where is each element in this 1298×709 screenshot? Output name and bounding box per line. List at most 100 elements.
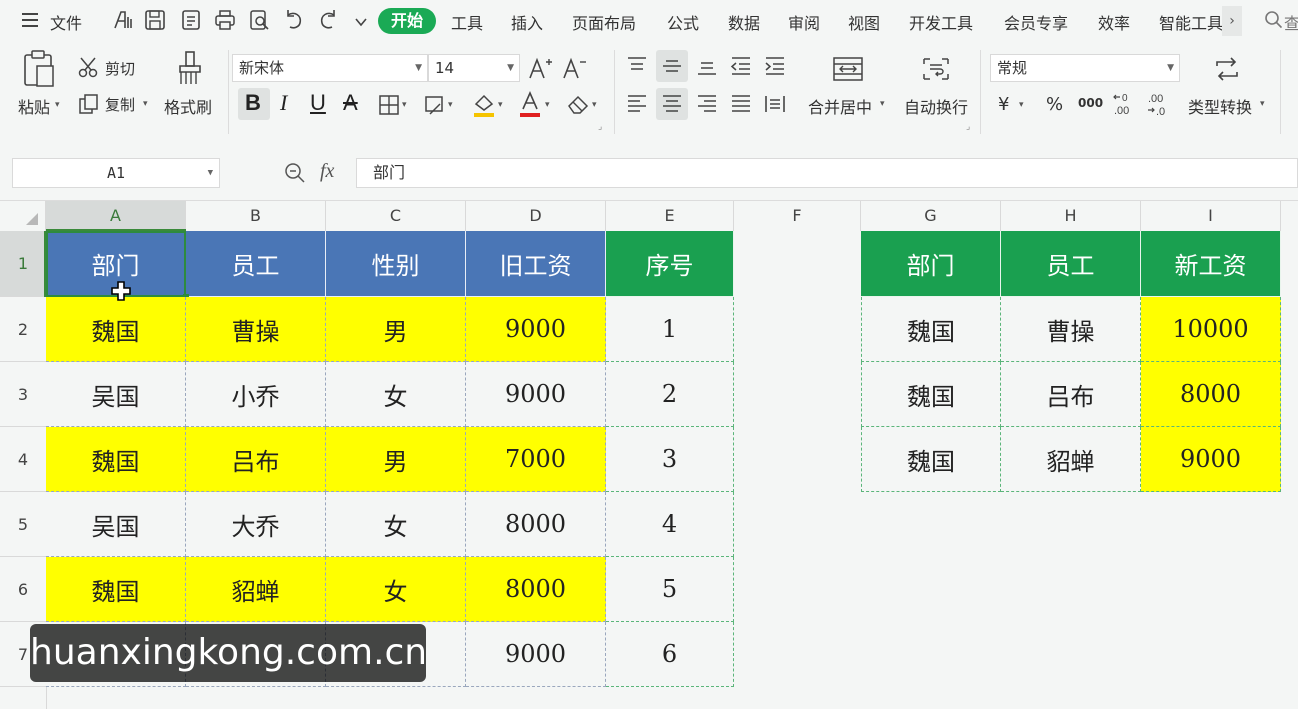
tab-home[interactable]: 开始 [378,8,436,34]
tab-member[interactable]: 会员专享 [1004,10,1068,34]
search-label[interactable]: 查 [1284,10,1298,34]
underline-icon[interactable]: U [310,90,326,116]
type-convert-icon[interactable] [1212,54,1242,84]
increase-indent-icon[interactable] [764,56,786,76]
fill-color-icon[interactable] [472,92,496,118]
fx-icon[interactable]: fx [320,160,334,183]
column-header-f[interactable]: F [734,201,861,231]
column-header-b[interactable]: B [186,201,326,231]
name-box-dropdown-icon[interactable]: ▼ [208,159,213,187]
thousands-separator-button[interactable]: 000 [1078,96,1103,110]
column-header-d[interactable]: D [466,201,606,231]
font-name-select[interactable]: 新宋体 ▼ [232,54,428,82]
table-cell[interactable]: 9000 [466,362,606,427]
table-cell[interactable]: 貂蝉 [1001,427,1141,492]
paste-button[interactable]: 粘贴 [18,94,50,118]
formula-input[interactable]: 部门 [356,158,1298,188]
wrap-text-button[interactable]: 自动换行 [904,94,968,118]
tab-efficiency[interactable]: 效率 [1098,10,1130,34]
align-center-icon[interactable] [661,94,683,114]
tabs-scroll-right-icon[interactable]: › [1222,6,1242,36]
italic-icon[interactable]: I [280,90,287,116]
merge-center-button[interactable]: 合并居中 [808,94,872,118]
align-right-icon[interactable] [696,94,718,114]
table-header-employee[interactable]: 员工 [186,231,326,297]
type-convert-button[interactable]: 类型转换 [1188,94,1252,118]
alignment-dialog-launcher-icon[interactable]: ⌟ [966,122,970,132]
table-cell[interactable]: 3 [606,427,734,492]
row-header-2[interactable]: 2 [0,297,46,362]
row-header-4[interactable]: 4 [0,427,46,492]
tab-developer[interactable]: 开发工具 [909,10,973,34]
search-icon[interactable] [1264,10,1283,30]
tab-review[interactable]: 审阅 [788,10,820,34]
eraser-dropdown-icon[interactable]: ▾ [592,100,597,110]
table-cell[interactable]: 吴国 [46,492,186,557]
table-cell[interactable]: 9000 [1141,427,1281,492]
table-cell[interactable]: 女 [326,492,466,557]
table-cell[interactable]: 魏国 [861,362,1001,427]
wrap-text-icon[interactable] [920,56,952,82]
column-header-a[interactable]: A [46,201,186,231]
tab-formulas[interactable]: 公式 [667,10,699,34]
tab-data[interactable]: 数据 [728,10,760,34]
font-dialog-launcher-icon[interactable]: ⌟ [598,122,602,132]
font-size-select[interactable]: 14 ▼ [428,54,520,82]
cell-style-dropdown-icon[interactable]: ▾ [448,100,453,110]
table-cell[interactable]: 大乔 [186,492,326,557]
table-header-old-salary[interactable]: 旧工资 [466,231,606,297]
currency-dropdown-icon[interactable]: ▾ [1019,100,1024,110]
font-style-icon[interactable] [112,9,134,31]
table-cell[interactable]: 8000 [466,557,606,622]
format-painter-icon[interactable] [176,50,204,88]
type-convert-dropdown-icon[interactable]: ▾ [1260,99,1265,109]
save-icon[interactable] [144,9,166,31]
table-cell[interactable]: 魏国 [46,427,186,492]
table-cell[interactable]: 9000 [466,297,606,362]
select-all-corner[interactable] [0,201,46,231]
table-cell[interactable]: 7000 [466,427,606,492]
increase-font-icon[interactable] [528,56,552,80]
cell-style-icon[interactable] [424,94,446,116]
table-cell[interactable]: 女 [326,557,466,622]
merge-center-icon[interactable] [832,56,864,82]
undo-icon[interactable] [282,9,304,31]
tab-smart-tools[interactable]: 智能工具 [1159,10,1223,34]
align-left-icon[interactable] [626,94,648,114]
paste-icon[interactable] [22,50,56,88]
column-header-h[interactable]: H [1001,201,1141,231]
table-header-new-salary[interactable]: 新工资 [1141,231,1281,297]
column-header-e[interactable]: E [606,201,734,231]
align-top-icon[interactable] [626,56,648,76]
menu-file[interactable]: 文件 [50,10,82,34]
table-cell[interactable]: 吕布 [1001,362,1141,427]
quick-access-dropdown-icon[interactable] [354,14,368,28]
tab-tools[interactable]: 工具 [451,10,483,34]
bold-icon[interactable]: B [245,90,261,116]
justify-icon[interactable] [730,94,752,114]
column-header-i[interactable]: I [1141,201,1281,231]
distribute-icon[interactable] [764,94,786,114]
currency-format-button[interactable]: ¥ [998,94,1009,115]
table-cell[interactable]: 貂蝉 [186,557,326,622]
merge-center-dropdown-icon[interactable]: ▾ [880,99,885,109]
scissors-icon[interactable] [78,56,100,78]
cut-button[interactable]: 剪切 [105,58,135,79]
border-icon[interactable] [378,94,400,116]
table-cell[interactable]: 小乔 [186,362,326,427]
decrease-font-icon[interactable] [562,56,586,80]
font-color-dropdown-icon[interactable]: ▾ [545,100,550,110]
column-header-c[interactable]: C [326,201,466,231]
copy-icon[interactable] [78,93,100,115]
table-cell[interactable]: 4 [606,492,734,557]
table-cell[interactable]: 6 [606,622,734,687]
table-cell[interactable]: 吕布 [186,427,326,492]
tab-insert[interactable]: 插入 [511,10,543,34]
table-header-employee[interactable]: 员工 [1001,231,1141,297]
row-header-6[interactable]: 6 [0,557,46,622]
zoom-icon[interactable] [284,162,306,184]
row-header-5[interactable]: 5 [0,492,46,557]
table-cell[interactable]: 9000 [466,622,606,687]
table-cell[interactable]: 魏国 [861,297,1001,362]
table-cell[interactable]: 2 [606,362,734,427]
